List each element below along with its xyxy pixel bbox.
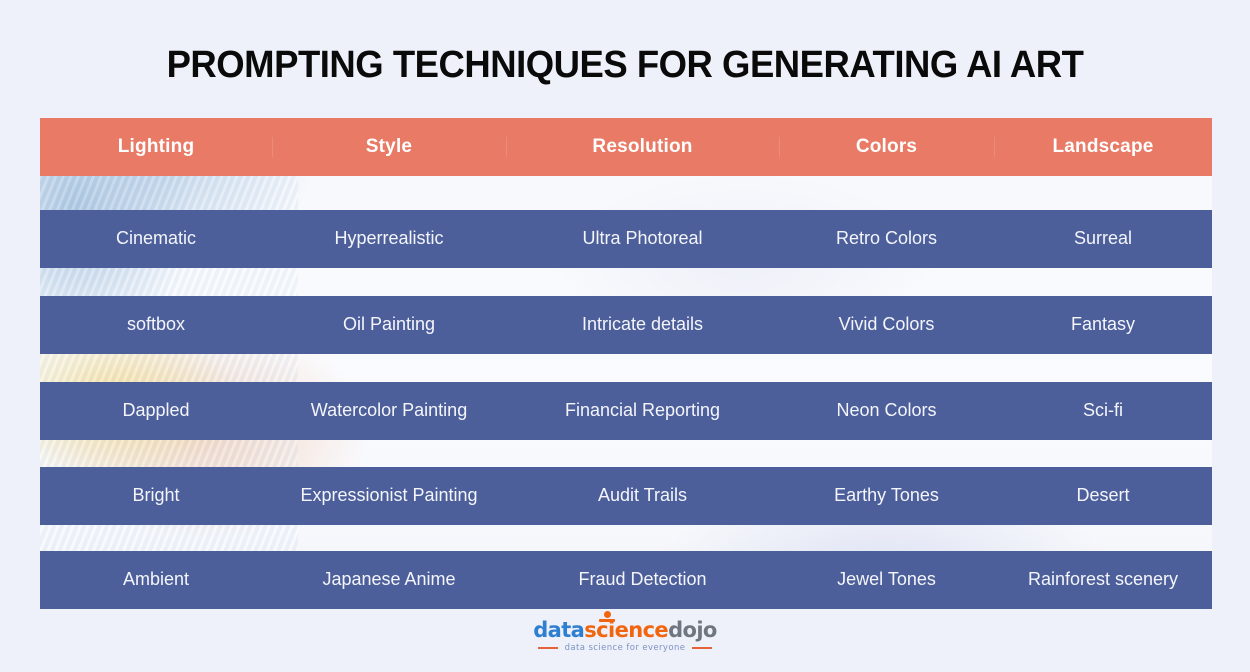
column-header-colors: Colors bbox=[779, 137, 994, 158]
table-cell-lighting: softbox bbox=[126, 315, 186, 335]
table-cell-landscape: Fantasy bbox=[1070, 315, 1136, 335]
table-cell-landscape: Sci-fi bbox=[1083, 401, 1123, 421]
table-cell-style: Japanese Anime bbox=[322, 570, 456, 590]
table-row: Dappled Watercolor Painting Financial Re… bbox=[40, 382, 1212, 440]
table-cell-lighting: Bright bbox=[132, 486, 180, 506]
table-cell-style: Hyperrealistic bbox=[334, 229, 444, 249]
table-row: softbox Oil Painting Intricate details V… bbox=[40, 296, 1212, 354]
table-cell-resolution: Fraud Detection bbox=[578, 570, 707, 590]
logo-wordmark: datasciencedojo bbox=[533, 611, 717, 642]
table-cell-lighting: Dappled bbox=[122, 401, 190, 421]
table-cell-colors: Jewel Tones bbox=[837, 570, 936, 590]
table-cell-colors: Neon Colors bbox=[836, 401, 937, 421]
table-header-row: Lighting Style Resolution Colors Landsca… bbox=[40, 118, 1212, 176]
table-row: Bright Expressionist Painting Audit Trai… bbox=[40, 467, 1212, 525]
datasciencedojo-logo: datasciencedojo data science for everyon… bbox=[0, 611, 1250, 653]
logo-word-science: science bbox=[584, 618, 669, 642]
table-cell-style: Watercolor Painting bbox=[310, 401, 468, 421]
table-cell-colors: Earthy Tones bbox=[834, 486, 939, 506]
column-header-landscape: Landscape bbox=[994, 137, 1212, 158]
table-cell-resolution: Intricate details bbox=[581, 315, 704, 335]
tagline-text: data science for everyone bbox=[564, 643, 686, 653]
table-cell-style: Expressionist Painting bbox=[300, 486, 478, 506]
table-cell-resolution: Ultra Photoreal bbox=[582, 229, 703, 249]
tagline-dash-right-icon bbox=[692, 647, 713, 649]
techniques-table: Lighting Style Resolution Colors Landsca… bbox=[40, 118, 1212, 609]
logo-tagline: data science for everyone bbox=[537, 643, 713, 653]
table-cell-resolution: Audit Trails bbox=[597, 486, 688, 506]
techniques-table-container: Lighting Style Resolution Colors Landsca… bbox=[40, 118, 1212, 609]
table-row: Cinematic Hyperrealistic Ultra Photoreal… bbox=[40, 210, 1212, 268]
table-cell-style: Oil Painting bbox=[342, 315, 436, 335]
logo-word-dojo: dojo bbox=[668, 618, 717, 642]
page-title: PROMPTING TECHNIQUES FOR GENERATING AI A… bbox=[166, 44, 1084, 86]
logo-word-data: data bbox=[533, 618, 585, 642]
table-cell-resolution: Financial Reporting bbox=[564, 401, 721, 421]
table-cell-lighting: Ambient bbox=[122, 570, 190, 590]
column-header-resolution: Resolution bbox=[506, 137, 779, 158]
torii-gate-icon bbox=[599, 611, 616, 624]
table-cell-landscape: Desert bbox=[1076, 486, 1130, 506]
table-cell-landscape: Rainforest scenery bbox=[1027, 570, 1179, 590]
table-row: Ambient Japanese Anime Fraud Detection J… bbox=[40, 551, 1212, 609]
table-cell-landscape: Surreal bbox=[1073, 229, 1133, 249]
column-header-lighting: Lighting bbox=[117, 136, 195, 157]
table-cell-colors: Vivid Colors bbox=[838, 315, 935, 335]
column-header-style: Style bbox=[272, 137, 506, 158]
table-cell-colors: Retro Colors bbox=[835, 229, 938, 249]
table-cell-lighting: Cinematic bbox=[115, 229, 197, 249]
tagline-dash-left-icon bbox=[537, 647, 558, 649]
